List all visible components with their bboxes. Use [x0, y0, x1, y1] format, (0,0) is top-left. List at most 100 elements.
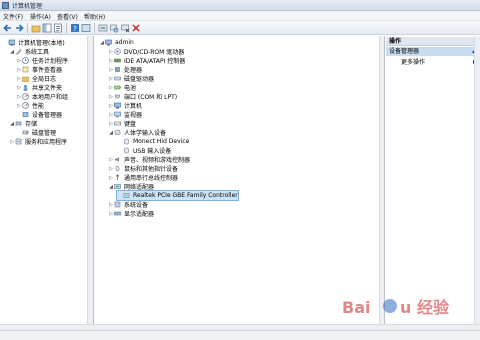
computer-management-icon [2, 2, 9, 9]
disk-icon [22, 129, 29, 136]
ide-controller-icon [114, 57, 121, 64]
actions-section-device-manager[interactable]: 设备管理器 [386, 47, 480, 56]
device-tree-item[interactable]: USB 输入设备 [117, 146, 171, 155]
menu-help[interactable]: 帮助(H) [84, 12, 105, 21]
device-tree-item[interactable]: ▷ 端口 (COM 和 LPT) [108, 92, 178, 102]
device-tree-item-label: 端口 (COM 和 LPT) [124, 94, 178, 101]
device-tree-item[interactable]: ▷ 系统设备 [108, 200, 149, 210]
device-tree-item[interactable]: ▷ 鼠标和其他指针设备 [108, 164, 179, 174]
menu-bar: 文件(F) 操作(A) 查看(V) 帮助(H) [0, 11, 480, 21]
show-tree-icon[interactable] [42, 23, 52, 33]
toolbar-separator [66, 23, 67, 33]
sound-icon [114, 156, 121, 163]
device-tree-item-label: IDE ATA/ATAPI 控制器 [124, 58, 186, 65]
monitor-icon [114, 111, 121, 118]
device-tree-item-label: 电池 [124, 85, 137, 92]
device-tree-item[interactable]: ▷ 电池 [108, 83, 137, 93]
nav-tree-item-label: 性能 [32, 103, 45, 110]
toolbar: ? [0, 21, 480, 35]
nav-tree-item[interactable]: ▷ 共享文件夹 [16, 83, 63, 93]
more-actions-label: 更多操作 [401, 59, 426, 66]
properties-icon[interactable] [53, 23, 63, 33]
nav-tree-item[interactable]: 计算机管理(本地) [2, 38, 65, 47]
network-icon [114, 183, 121, 190]
hid-icon [114, 129, 121, 136]
device-tree-item-label: 处理器 [124, 67, 143, 74]
nav-tree-item[interactable]: ▷ 事件查看器 [16, 65, 62, 75]
menu-action[interactable]: 操作(A) [30, 12, 51, 21]
port-icon [114, 93, 121, 100]
disable-device-icon[interactable] [120, 23, 130, 33]
device-tree-item-label: USB 输入设备 [133, 148, 172, 155]
device-tree-item[interactable]: ◢ 网络适配器 [108, 182, 154, 192]
nav-tree-item[interactable]: ◢ 存储 [9, 119, 37, 129]
device-tree-item[interactable]: ▷ 磁盘驱动器 [108, 74, 155, 84]
mouse-icon [114, 165, 121, 172]
toolbar-separator [27, 23, 28, 33]
status-bar [0, 330, 480, 340]
device-tree-item-label: DVD/CD-ROM 驱动器 [124, 49, 185, 56]
nav-tree-item[interactable]: 设备管理器 [16, 110, 62, 119]
more-actions-item[interactable]: 更多操作 [401, 58, 425, 67]
task-scheduler-icon [22, 57, 29, 64]
actions-scrollbar[interactable] [474, 36, 480, 324]
device-tree-item-label: 鼠标和其他指针设备 [124, 166, 179, 173]
shared-folders-icon [22, 75, 29, 82]
uninstall-icon[interactable] [131, 23, 141, 33]
device-tree-item[interactable]: ▷ 监视器 [108, 110, 142, 120]
nav-tree-item[interactable]: ▷ 本地用户和组 [16, 92, 68, 101]
storage-icon [15, 120, 22, 127]
help-icon[interactable]: ? [70, 23, 80, 33]
nav-tree-item[interactable]: ▷ 任务计划程序 [16, 56, 68, 65]
console-icon[interactable] [81, 23, 91, 33]
nav-tree-item[interactable]: ▷ 性能 [16, 101, 44, 110]
nav-tree-item[interactable]: ◢ 系统工具 [9, 47, 49, 57]
battery-icon [114, 84, 121, 91]
nav-tree-item-label: 本地用户和组 [32, 94, 69, 101]
device-tree-item[interactable]: ▷ 通用串行总线控制器 [108, 173, 178, 182]
back-arrow-icon[interactable] [3, 23, 13, 33]
nav-tree-item-label: 共享文件夹 [32, 85, 63, 92]
device-tree-item-label: Monect Hid Device [133, 138, 190, 145]
device-tree-item-label: 磁盘驱动器 [124, 76, 155, 83]
device-tree-item-label: 显示适配器 [124, 211, 155, 218]
nav-tree-item[interactable]: ▷ 全局日志 [16, 74, 56, 84]
computer-icon [114, 102, 121, 109]
device-tree-item[interactable]: Monect Hid Device [117, 137, 189, 146]
display-adapter-icon [114, 210, 121, 217]
device-tree-item[interactable]: ▷ 显示适配器 [108, 209, 155, 219]
device-tree-item[interactable]: ▷ 计算机 [108, 101, 142, 111]
users-icon [22, 84, 29, 91]
toolbar-separator [94, 23, 95, 33]
left-scrollbar[interactable] [87, 36, 93, 324]
computer-icon [105, 39, 112, 46]
device-tree-item-label: 系统设备 [124, 202, 149, 209]
nav-tree-item-label: 任务计划程序 [32, 58, 69, 65]
device-tree-item[interactable]: ◢ 人体学输入设备 [108, 128, 167, 138]
device-tree-item[interactable]: ▷ IDE ATA/ATAPI 控制器 [108, 56, 186, 66]
menu-view[interactable]: 查看(V) [57, 12, 78, 21]
actions-header-label: 操作 [389, 38, 402, 45]
device-tree-item[interactable]: ◢ admin [99, 38, 134, 47]
svg-text:u 经验: u 经验 [400, 298, 450, 317]
device-tree-item[interactable]: ▷ 声音、视频和游戏控制器 [108, 155, 191, 165]
hid-device-icon [123, 147, 130, 154]
menu-file[interactable]: 文件(F) [3, 12, 23, 21]
update-driver-icon[interactable] [98, 23, 108, 33]
scan-hardware-icon[interactable] [109, 23, 119, 33]
forward-arrow-icon[interactable] [14, 23, 24, 33]
nav-tree-item[interactable]: 磁盘管理 [16, 128, 56, 137]
device-tree-item-label: 通用串行总线控制器 [124, 175, 179, 182]
actions-pane: 操作 设备管理器 更多操作 [384, 36, 480, 324]
device-tree-item[interactable]: ▷ 处理器 [108, 65, 143, 75]
device-tree-item[interactable]: ▷ DVD/CD-ROM 驱动器 [108, 47, 184, 56]
device-tree-item-label: 声音、视频和游戏控制器 [124, 157, 191, 164]
device-tree-item[interactable]: Realtek PCIe GBE Family Controller [116, 190, 239, 201]
network-adapter-icon [123, 192, 130, 199]
device-tree-item-label: 人体学输入设备 [124, 130, 167, 137]
hid-device-icon [123, 138, 130, 145]
up-folder-icon[interactable] [31, 23, 41, 33]
nav-tree-item[interactable]: ▷ 服务和应用程序 [9, 137, 67, 147]
device-tree-item-label: 键盘 [124, 121, 137, 128]
device-tree-item[interactable]: ▷ 键盘 [108, 119, 137, 129]
